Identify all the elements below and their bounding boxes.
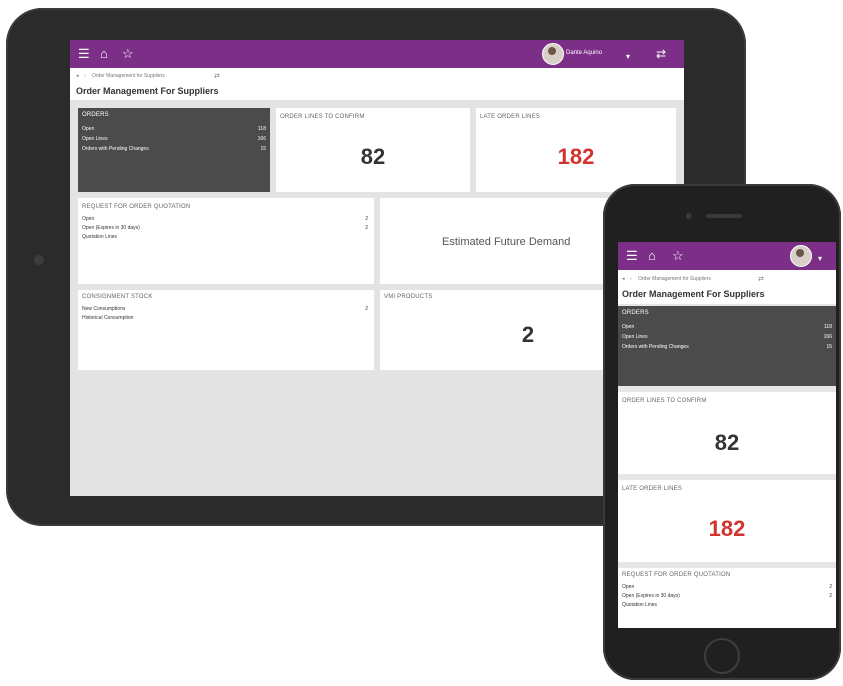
tablet-screen: ☰ ⌂ ☆ Dante Aquino ▾ ⇄ ◂ › Order Managem…	[70, 40, 684, 496]
late-order-lines-tile[interactable]: LATE ORDER LINES 182	[476, 108, 676, 192]
order-lines-to-confirm-count: 82	[360, 144, 386, 169]
orders-row-label[interactable]: Open Lines	[82, 136, 108, 142]
rfq-row-label[interactable]: Quotation Lines	[82, 234, 117, 240]
rfq-row-value: 2	[365, 225, 368, 231]
back-icon[interactable]: ◂	[76, 73, 79, 79]
consignment-row-label[interactable]: Historical Consumption	[82, 315, 133, 321]
orders-row-value: 118	[824, 324, 832, 330]
orders-row-label[interactable]: Orders with Pending Changes	[82, 146, 149, 152]
orders-row-label[interactable]: Open	[622, 324, 634, 330]
orders-row-value: 166	[257, 136, 266, 142]
link-icon[interactable]: ⇄	[758, 275, 764, 283]
late-order-lines-title: LATE ORDER LINES	[622, 486, 683, 492]
phone-camera	[686, 213, 692, 219]
order-lines-to-confirm-title: ORDER LINES TO CONFIRM	[622, 398, 707, 404]
home-icon[interactable]: ⌂	[648, 248, 656, 264]
phone-breadcrumb-bar: ◂ › Order Management for Suppliers ⇄ Ord…	[618, 270, 836, 304]
late-order-lines-count: 182	[708, 516, 746, 541]
home-icon[interactable]: ⌂	[100, 46, 108, 62]
rfq-row-label[interactable]: Open	[82, 216, 94, 222]
orders-row-value: 15	[826, 344, 832, 350]
late-order-lines-tile[interactable]: LATE ORDER LINES 182	[618, 480, 836, 562]
orders-tile[interactable]: ORDERS Open 118 Open Lines 166 Orders wi…	[618, 306, 836, 386]
orders-row-label[interactable]: Open	[82, 126, 94, 132]
user-name[interactable]: Dante Aquino	[566, 50, 602, 56]
consignment-stock-tile[interactable]: CONSIGNMENT STOCK New Consumptions 2 His…	[78, 290, 374, 370]
order-lines-to-confirm-title: ORDER LINES TO CONFIRM	[280, 114, 365, 120]
orders-row-value: 166	[823, 334, 832, 340]
rfq-row-label[interactable]: Open (Expires in 30 days)	[82, 225, 140, 231]
order-lines-to-confirm-tile[interactable]: ORDER LINES TO CONFIRM 82	[618, 392, 836, 474]
phone-screen: ☰ ⌂ ☆ ▾ ◂ › Order Management for Supplie…	[618, 242, 836, 628]
tablet-camera	[34, 255, 44, 265]
orders-tile[interactable]: ORDERS Open 118 Open Lines 166 Orders wi…	[78, 108, 270, 192]
rfq-tile[interactable]: REQUEST FOR ORDER QUOTATION Open 2 Open …	[78, 198, 374, 284]
rfq-tile-title: REQUEST FOR ORDER QUOTATION	[82, 204, 191, 210]
user-menu-chevron-icon[interactable]: ▾	[626, 49, 630, 65]
rfq-row-label[interactable]: Quotation Lines	[622, 602, 657, 608]
link-icon[interactable]: ⇄	[214, 72, 220, 80]
orders-row-value: 15	[260, 146, 266, 152]
orders-row-value: 118	[258, 126, 266, 132]
consignment-row-label[interactable]: New Consumptions	[82, 306, 125, 312]
rfq-tile[interactable]: REQUEST FOR ORDER QUOTATION Open 2 Open …	[618, 568, 836, 628]
order-lines-to-confirm-count: 82	[714, 430, 740, 455]
vmi-products-title: VMI PRODUCTS	[384, 294, 433, 300]
breadcrumb-separator-icon: ›	[630, 276, 632, 282]
avatar[interactable]	[790, 245, 812, 267]
phone-top-bar: ☰ ⌂ ☆ ▾	[618, 242, 836, 270]
orders-tile-title: ORDERS	[622, 310, 649, 316]
avatar[interactable]	[542, 43, 564, 65]
tools-icon[interactable]: ⇄	[656, 46, 666, 62]
user-menu-chevron-icon[interactable]: ▾	[818, 251, 822, 267]
rfq-tile-title: REQUEST FOR ORDER QUOTATION	[622, 572, 731, 578]
breadcrumb[interactable]: Order Management for Suppliers	[92, 73, 165, 79]
estimated-future-demand-title: Estimated Future Demand	[442, 236, 571, 248]
phone-speaker	[706, 214, 742, 218]
rfq-row-value: 2	[829, 584, 832, 590]
late-order-lines-count: 182	[557, 144, 595, 169]
breadcrumb-bar: ◂ › Order Management for Suppliers ⇄ Ord…	[70, 68, 684, 100]
rfq-row-value: 2	[365, 216, 368, 222]
consignment-row-value: 2	[365, 306, 368, 312]
rfq-row-label[interactable]: Open (Expires in 30 days)	[622, 593, 680, 599]
page-title: Order Management For Suppliers	[76, 86, 219, 96]
consignment-stock-title: CONSIGNMENT STOCK	[82, 294, 153, 300]
favorites-star-icon[interactable]: ☆	[122, 46, 134, 62]
rfq-row-value: 2	[829, 593, 832, 599]
top-bar: ☰ ⌂ ☆ Dante Aquino ▾ ⇄	[70, 40, 684, 68]
orders-row-label[interactable]: Orders with Pending Changes	[622, 344, 689, 350]
menu-icon[interactable]: ☰	[626, 248, 638, 264]
rfq-row-label[interactable]: Open	[622, 584, 634, 590]
favorites-star-icon[interactable]: ☆	[672, 248, 684, 264]
breadcrumb[interactable]: Order Management for Suppliers	[638, 276, 711, 282]
menu-icon[interactable]: ☰	[78, 46, 90, 62]
back-icon[interactable]: ◂	[622, 276, 625, 282]
page-title: Order Management For Suppliers	[622, 289, 765, 299]
breadcrumb-separator-icon: ›	[84, 73, 86, 79]
orders-row-label[interactable]: Open Lines	[622, 334, 648, 340]
orders-tile-title: ORDERS	[82, 112, 109, 118]
phone-home-button	[704, 638, 740, 674]
order-lines-to-confirm-tile[interactable]: ORDER LINES TO CONFIRM 82	[276, 108, 470, 192]
late-order-lines-title: LATE ORDER LINES	[480, 114, 541, 120]
